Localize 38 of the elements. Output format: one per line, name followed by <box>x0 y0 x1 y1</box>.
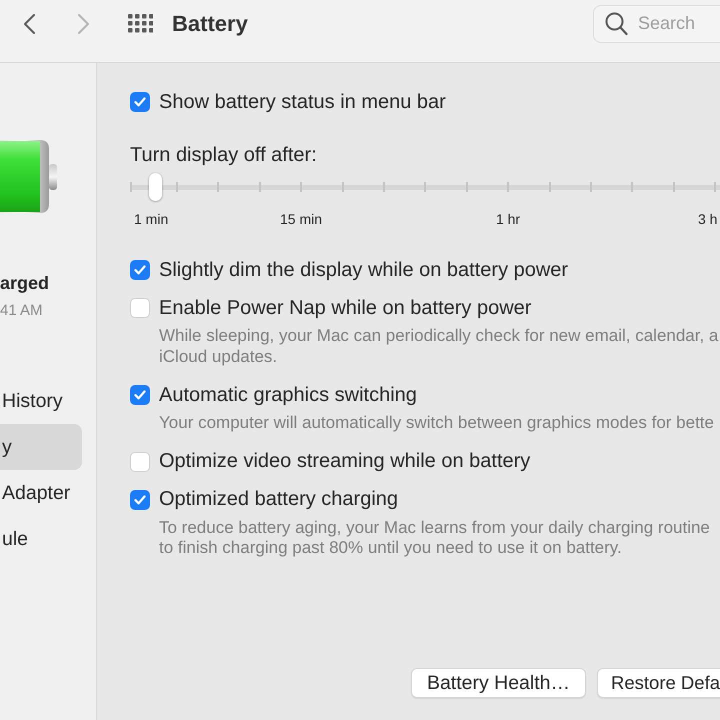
search-field[interactable]: Search <box>593 4 720 42</box>
checkmark-icon <box>134 97 146 107</box>
checkmark-icon <box>134 494 146 504</box>
tick-label: 15 min <box>280 210 322 228</box>
status-time: 41 AM <box>0 301 44 321</box>
checkbox[interactable] <box>130 490 150 510</box>
setting-description: Your computer will automatically switch between graphics modes for bette <box>159 413 715 434</box>
slider-label: Turn display off after: <box>130 144 318 166</box>
tick-label: 1 hr <box>496 210 520 228</box>
chevron-left-icon <box>22 14 36 34</box>
tick-label: 3 h <box>698 210 718 228</box>
setting-description: While sleeping, your Mac can periodically check for new email, calendar, a iCloud updates. <box>159 326 720 367</box>
setting-label: Slightly dim the display while on battery power <box>159 258 568 282</box>
checkbox[interactable] <box>130 260 150 280</box>
checkmark-icon <box>134 265 146 275</box>
checkbox[interactable] <box>130 385 150 405</box>
battery-icon <box>0 140 57 213</box>
sidebar-item[interactable]: Adapter <box>0 470 82 516</box>
search-icon <box>605 12 628 36</box>
grid-icon <box>128 14 154 33</box>
sidebar-item[interactable]: History <box>0 378 82 424</box>
checkbox[interactable] <box>130 92 150 112</box>
battery-status: arged <box>0 272 50 294</box>
setting-label: Optimized battery charging <box>159 488 398 511</box>
battery-health-button[interactable]: Battery Health… <box>410 668 586 698</box>
sidebar-item[interactable]: y <box>0 424 82 470</box>
setting-description: To reduce battery aging, your Mac learns from your daily charging routine to finish charging past 80% until you need to use it on battery. <box>159 518 711 558</box>
setting-label: Show battery status in menu bar <box>159 90 446 114</box>
sidebar-item[interactable]: ule <box>0 516 82 562</box>
checkmark-icon <box>134 390 146 400</box>
slider-thumb[interactable] <box>149 173 162 201</box>
setting-label: Optimize video streaming while on battery <box>159 450 530 473</box>
setting-label: Enable Power Nap while on battery power <box>159 296 532 320</box>
window-title: Battery <box>172 10 248 36</box>
tick-label: 1 min <box>134 210 168 228</box>
restore-defaults-button[interactable]: Restore Defa <box>597 668 720 698</box>
chevron-right-icon <box>76 14 90 34</box>
setting-label: Automatic graphics switching <box>159 384 417 406</box>
